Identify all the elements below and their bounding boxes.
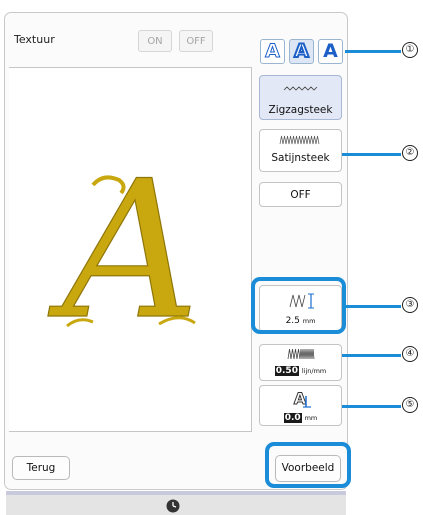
zigzag-stitch-icon <box>283 86 318 91</box>
svg-text:A: A <box>294 389 307 408</box>
satin-stitch-label: Satijnsteek <box>271 152 330 164</box>
width-highlight-frame <box>251 277 346 334</box>
stitch-density-number: 0.50 <box>274 366 299 376</box>
callout-marker-3: ③ <box>402 297 418 313</box>
callout-marker-2: ② <box>402 145 418 161</box>
preview-letter: A <box>47 140 199 361</box>
texture-off-button[interactable]: OFF <box>179 30 213 52</box>
callout-leader-4 <box>342 354 401 357</box>
texture-offset-unit: mm <box>304 414 318 422</box>
font-style-3-label: A <box>323 40 338 62</box>
texture-settings-panel: Textuur ON OFF A A A A Zigzagsteek Satij… <box>4 12 348 490</box>
stitch-off-label: OFF <box>290 189 311 201</box>
status-bar-stripe <box>6 491 346 495</box>
zigzag-stitch-button[interactable]: Zigzagsteek <box>259 75 342 120</box>
callout-leader-5 <box>342 405 401 408</box>
stitch-density-icon <box>287 348 315 360</box>
callout-marker-4: ④ <box>402 346 418 362</box>
texture-on-button[interactable]: ON <box>138 30 172 52</box>
callout-marker-1: ① <box>402 42 418 58</box>
texture-offset-number: 0.0 <box>283 413 302 423</box>
status-bar <box>6 491 346 515</box>
callout-leader-3 <box>346 305 401 308</box>
satin-stitch-icon <box>279 135 320 145</box>
letter-a-embroidery-image: A <box>47 139 200 361</box>
letter-offset-icon: A <box>293 389 311 408</box>
font-style-button-1[interactable]: A <box>260 39 285 64</box>
satin-stitch-button[interactable]: Satijnsteek <box>259 129 342 172</box>
stitch-density-button[interactable]: 0.50 lijn/mm <box>259 344 342 381</box>
font-style-1-label: A <box>265 40 281 63</box>
preview-highlight-frame <box>265 442 351 488</box>
stitch-density-value: 0.50 lijn/mm <box>260 366 341 376</box>
clock-icon[interactable] <box>166 499 180 513</box>
stitch-off-button[interactable]: OFF <box>259 182 342 207</box>
callout-marker-5: ⑤ <box>402 397 418 413</box>
embroidery-preview-area: A <box>9 67 252 432</box>
back-button[interactable]: Terug <box>12 456 70 480</box>
callout-leader-1 <box>345 50 401 53</box>
texture-label: Textuur <box>14 33 55 46</box>
top-bar: Textuur ON OFF A A A <box>5 13 347 67</box>
stitch-density-unit: lijn/mm <box>301 367 327 375</box>
zigzag-stitch-label: Zigzagsteek <box>268 104 333 116</box>
texture-offset-button[interactable]: A 0.0 mm <box>259 385 342 426</box>
callout-leader-2 <box>342 153 401 156</box>
font-style-2-label: A <box>293 39 310 63</box>
texture-offset-value: 0.0 mm <box>260 413 341 423</box>
font-style-button-3[interactable]: A <box>318 39 343 64</box>
font-style-button-2[interactable]: A <box>289 39 314 64</box>
